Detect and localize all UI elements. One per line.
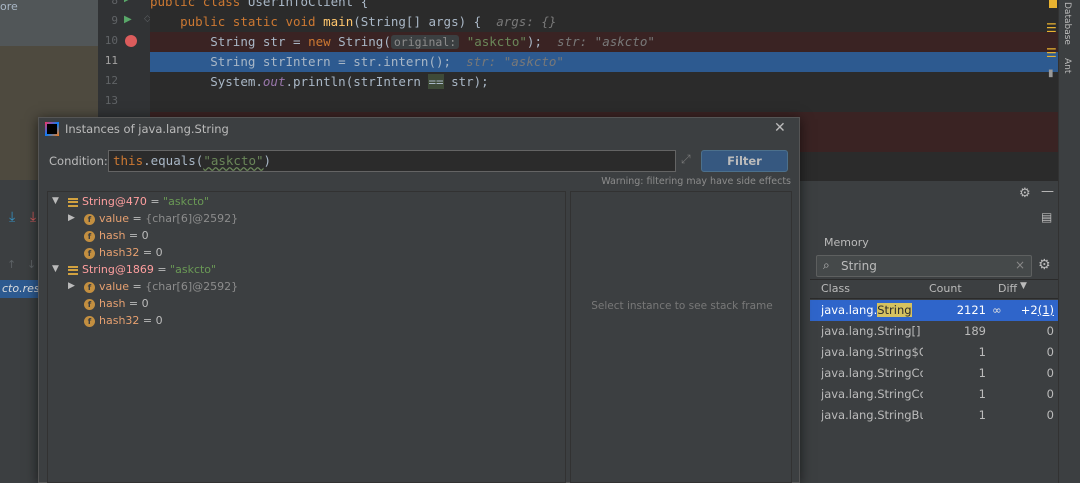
layout-icon[interactable]: ▤ bbox=[1041, 210, 1052, 224]
gear-icon[interactable]: ⚙ bbox=[1019, 186, 1031, 201]
line-number: 10 bbox=[104, 34, 118, 47]
collapse-arrow-icon[interactable]: ▼ bbox=[52, 261, 59, 278]
dialog-title: Instances of java.lang.String bbox=[65, 122, 229, 136]
line-number: 12 bbox=[104, 74, 118, 87]
error-stripe-icon[interactable]: ☰ bbox=[1046, 46, 1057, 60]
run-gutter-icon[interactable]: ▶ bbox=[124, 0, 132, 4]
tree-node-field[interactable]: f hash = 0 bbox=[84, 227, 149, 244]
code-line-10: String str = new String(original: "askct… bbox=[150, 32, 1058, 52]
memory-row[interactable]: java.lang.StringBuilder 1 0 bbox=[810, 405, 1058, 426]
clear-search-icon[interactable]: × bbox=[1015, 258, 1025, 272]
field-icon: f bbox=[84, 298, 95, 310]
column-header-diff[interactable]: Diff bbox=[998, 282, 1017, 295]
code-line-9: public static void main(String[] args) {… bbox=[180, 14, 557, 29]
diff-link[interactable]: (1) bbox=[1038, 303, 1054, 317]
line-number: 9 bbox=[111, 14, 118, 27]
code-line-11-execution-point: String strIntern = str.intern(); str: "a… bbox=[150, 52, 1058, 72]
field-icon: f bbox=[84, 247, 95, 259]
search-match-highlight: String bbox=[877, 303, 912, 317]
memory-row[interactable]: java.lang.String 2121 ∞ +2(1) bbox=[810, 300, 1058, 321]
intellij-logo-icon bbox=[45, 122, 59, 136]
line-number: 13 bbox=[104, 94, 118, 107]
line-number: 8 bbox=[111, 0, 118, 7]
expand-arrow-icon[interactable]: ▶ bbox=[68, 278, 75, 295]
close-icon[interactable]: ✕ bbox=[774, 120, 786, 136]
frame-up-icon[interactable]: ↑ bbox=[7, 258, 16, 271]
instances-tree[interactable]: ▼ String@470 = "askcto" ▶ f value = {char… bbox=[47, 191, 566, 483]
tree-node-field[interactable]: f hash32 = 0 bbox=[84, 244, 163, 261]
field-icon: f bbox=[84, 281, 95, 293]
step-into-icon[interactable]: ⤓ bbox=[30, 209, 36, 225]
sort-desc-icon[interactable]: ▼ bbox=[1020, 281, 1027, 291]
code-line-12: System.out.println(strIntern == str); bbox=[210, 74, 489, 89]
project-tree-label[interactable]: ore bbox=[0, 0, 18, 13]
memory-row[interactable]: java.lang.StringCoding$StringDecoder 1 0 bbox=[810, 363, 1058, 384]
step-over-icon[interactable]: ⤓ bbox=[9, 209, 15, 225]
memory-panel: Memory ⌕ String × ⚙ Class Count Diff ▼ j… bbox=[810, 230, 1058, 483]
run-gutter-icon[interactable]: ▶ bbox=[124, 14, 132, 25]
search-icon: ⌕ bbox=[823, 258, 830, 272]
memory-search-value[interactable]: String bbox=[841, 259, 877, 273]
debug-toolbar-left bbox=[0, 180, 38, 483]
stack-frame-item[interactable]: cto.rest bbox=[0, 280, 38, 298]
memory-search-input[interactable]: ⌕ String × bbox=[816, 255, 1032, 277]
column-header-class[interactable]: Class bbox=[821, 282, 850, 295]
column-header-count[interactable]: Count bbox=[929, 282, 962, 295]
memory-title: Memory bbox=[824, 236, 869, 249]
parameter-hint: original: bbox=[390, 35, 460, 49]
object-list-icon bbox=[68, 197, 78, 207]
filter-button[interactable]: Filter bbox=[701, 150, 788, 172]
filter-warning: Warning: filtering may have side effects bbox=[601, 176, 791, 187]
code-line-8: public class UserInfoClient { bbox=[150, 0, 369, 9]
right-tool-strip: Database Ant bbox=[1058, 0, 1080, 483]
project-tree-panel: ore bbox=[0, 0, 98, 46]
ant-tab[interactable]: Ant bbox=[1062, 58, 1072, 73]
stack-frame-pane: Select instance to see stack frame bbox=[570, 191, 792, 483]
minimize-icon[interactable]: — bbox=[1041, 184, 1054, 199]
frame-down-icon[interactable]: ↓ bbox=[27, 258, 36, 271]
tracking-infinity-icon: ∞ bbox=[992, 303, 1002, 317]
condition-label: Condition: bbox=[49, 154, 108, 168]
scrollbar-thumb-icon[interactable]: ▮ bbox=[1048, 68, 1054, 79]
warning-marker[interactable] bbox=[1049, 0, 1057, 8]
memory-row[interactable]: java.lang.String$CaseInsensitiveComparat… bbox=[810, 342, 1058, 363]
condition-input[interactable]: this.equals("askcto") bbox=[108, 150, 676, 172]
tree-node-field[interactable]: f hash = 0 bbox=[84, 295, 149, 312]
breakpoint-icon[interactable] bbox=[125, 35, 137, 47]
field-icon: f bbox=[84, 213, 95, 225]
stack-frame-placeholder: Select instance to see stack frame bbox=[591, 300, 773, 312]
field-icon: f bbox=[84, 315, 95, 327]
memory-row[interactable]: java.lang.String[] 189 0 bbox=[810, 321, 1058, 342]
database-tab[interactable]: Database bbox=[1062, 2, 1072, 45]
memory-settings-gear-icon[interactable]: ⚙ bbox=[1038, 257, 1051, 273]
memory-row[interactable]: java.lang.StringCoding$StringEncoder 1 0 bbox=[810, 384, 1058, 405]
memory-table-header: Class Count Diff ▼ bbox=[810, 279, 1058, 299]
instances-dialog: Instances of java.lang.String ✕ Conditio… bbox=[38, 117, 800, 483]
expand-arrow-icon[interactable]: ▶ bbox=[68, 210, 75, 227]
line-number-current: 11 bbox=[104, 54, 118, 67]
dialog-titlebar[interactable]: Instances of java.lang.String ✕ bbox=[39, 118, 799, 140]
expand-editor-icon[interactable]: ⤢ bbox=[681, 152, 691, 167]
collapse-arrow-icon[interactable]: ▼ bbox=[52, 193, 59, 210]
object-list-icon bbox=[68, 265, 78, 275]
error-stripe-icon[interactable]: ☰ bbox=[1046, 21, 1057, 35]
tree-node-field[interactable]: f hash32 = 0 bbox=[84, 312, 163, 329]
field-icon: f bbox=[84, 230, 95, 242]
